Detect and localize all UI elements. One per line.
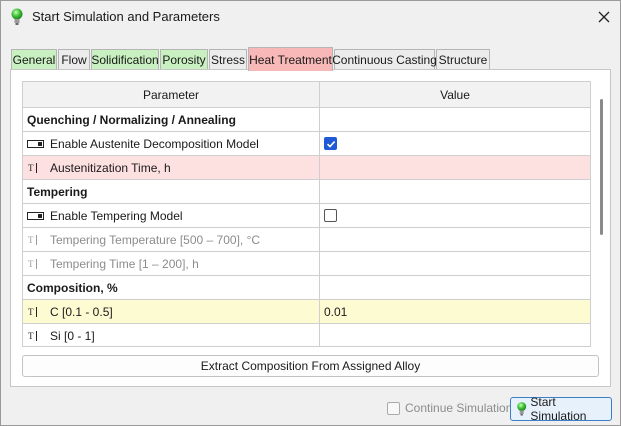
vertical-scrollbar[interactable] [598,99,606,351]
toggle-field-icon [27,139,44,148]
param-label: Enable Tempering Model [50,208,183,223]
table-row: Enable Tempering Model [23,204,590,228]
start-label: Start Simulation [530,395,587,423]
text-field-icon: T [28,330,37,341]
tab-porosity[interactable]: Porosity [160,49,208,70]
tempering-time-input[interactable] [320,252,590,275]
tab-general[interactable]: General [11,49,57,70]
param-label: Enable Austenite Decomposition Model [50,136,259,151]
green-bulb-icon [11,8,23,25]
tab-heat-treatment[interactable]: Heat Treatment [248,47,333,71]
value-cell [320,276,590,299]
value-cell [320,132,590,155]
austenitization-time-input[interactable] [320,156,590,179]
start-simulation-button[interactable]: Start Simulation [510,395,612,423]
tab-flow[interactable]: Flow [58,49,90,70]
text-field-icon: T [28,258,37,269]
value-cell [320,180,590,203]
tempering-model-checkbox[interactable] [324,209,337,222]
param-cell: Enable Austenite Decomposition Model [23,132,320,155]
section-tempering: Tempering [23,180,320,203]
svg-text:T: T [28,331,34,341]
param-cell: T Tempering Time [1 – 200], h [23,252,320,275]
svg-text:T: T [28,163,34,173]
tab-structure[interactable]: Structure [436,49,490,70]
table-row: Composition, % [23,276,590,300]
silicon-input[interactable] [320,324,590,346]
table-row: T Tempering Time [1 – 200], h [23,252,590,276]
window-title: Start Simulation and Parameters [32,9,220,24]
param-label: C [0.1 - 0.5] [50,304,113,319]
dialog-window: Start Simulation and Parameters General … [0,0,621,426]
green-bulb-icon [517,402,527,416]
title-bar: Start Simulation and Parameters [1,1,620,33]
table-row: T C [0.1 - 0.5] 0.01 [23,300,590,324]
tab-stress[interactable]: Stress [209,49,247,70]
table-row: T Si [0 - 1] [23,324,590,346]
table-header: Parameter Value [23,82,590,108]
tab-solidification[interactable]: Solidification [91,49,159,70]
svg-text:T: T [28,235,34,245]
close-button[interactable] [591,5,617,29]
text-field-icon: T [28,162,37,173]
param-label: Si [0 - 1] [50,328,95,343]
header-value: Value [440,87,470,102]
tempering-temperature-input[interactable] [320,228,590,251]
text-field-icon: T [28,234,37,245]
table-row: T Tempering Temperature [500 – 700], °C [23,228,590,252]
parameter-table: Parameter Value Quenching / Normalizing … [22,81,591,347]
param-cell: T Si [0 - 1] [23,324,320,346]
param-label: Austenitization Time, h [50,160,171,175]
scroll-thumb[interactable] [600,99,603,235]
param-cell: T Tempering Temperature [500 – 700], °C [23,228,320,251]
param-label: Tempering Time [1 – 200], h [50,256,199,271]
svg-text:T: T [28,259,34,269]
table-row: Enable Austenite Decomposition Model [23,132,590,156]
param-cell: T Austenitization Time, h [23,156,320,179]
tab-continuous-casting[interactable]: Continuous Casting [332,49,437,70]
param-label: Tempering Temperature [500 – 700], °C [50,232,261,247]
heat-treatment-panel: Parameter Value Quenching / Normalizing … [10,69,611,387]
toggle-field-icon [27,211,44,220]
text-field-icon: T [28,306,37,317]
section-quenching: Quenching / Normalizing / Annealing [23,108,320,131]
header-parameter: Parameter [23,82,320,107]
continue-checkbox-box[interactable] [387,401,400,415]
svg-text:T: T [28,307,34,317]
continue-label: Continue Simulation [405,401,513,415]
param-cell: T C [0.1 - 0.5] [23,300,320,323]
carbon-input[interactable]: 0.01 [320,300,590,323]
austenite-model-checkbox[interactable] [324,137,337,150]
table-row: T Austenitization Time, h [23,156,590,180]
extract-composition-button[interactable]: Extract Composition From Assigned Alloy [22,355,599,377]
section-composition: Composition, % [23,276,320,299]
param-cell: Enable Tempering Model [23,204,320,227]
check-icon [326,140,335,148]
continue-simulation-checkbox[interactable]: Continue Simulation [387,400,512,416]
table-row: Quenching / Normalizing / Annealing [23,108,590,132]
table-row: Tempering [23,180,590,204]
close-icon [598,11,610,23]
value-cell [320,204,590,227]
value-cell [320,108,590,131]
